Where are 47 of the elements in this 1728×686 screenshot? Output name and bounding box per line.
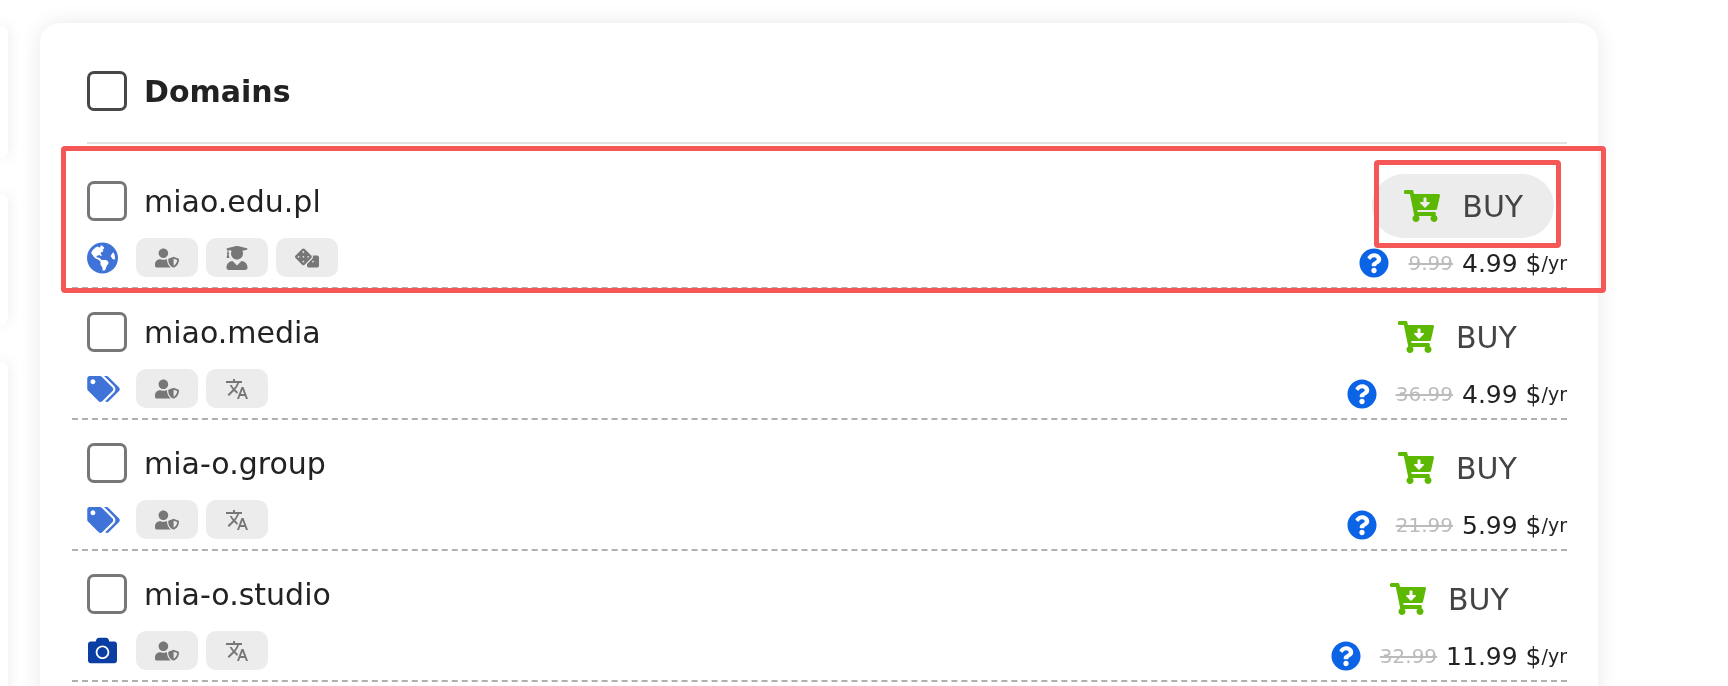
price-unit: /yr [1541, 383, 1567, 405]
translate-icon [206, 500, 268, 539]
price: 11.99 $ [1446, 641, 1542, 671]
old-price: 32.99 [1379, 644, 1438, 668]
checkbox[interactable] [87, 71, 127, 111]
domain-name: mia-o.group [144, 446, 326, 480]
buy-button[interactable]: BUY [1372, 174, 1555, 238]
old-price: 36.99 [1395, 382, 1453, 406]
globe-icon [87, 241, 118, 274]
domain-name: miao.edu.pl [144, 184, 321, 218]
user-shield-icon [136, 238, 198, 277]
price: 5.99 $ [1462, 510, 1542, 540]
checkbox[interactable] [87, 574, 127, 614]
translate-icon [206, 369, 268, 408]
cart-icon [1397, 452, 1434, 484]
price-unit: /yr [1541, 645, 1567, 667]
domain-name: miao.media [144, 315, 321, 349]
buy-button[interactable]: BUY [1357, 567, 1540, 631]
checkbox[interactable] [87, 443, 127, 483]
help-icon[interactable] [1330, 641, 1361, 671]
help-icon[interactable] [1359, 248, 1390, 278]
translate-icon [206, 631, 268, 670]
cart-icon [1389, 583, 1426, 615]
camera-icon [87, 636, 118, 665]
cart-icon [1397, 321, 1434, 353]
old-price: 21.99 [1395, 513, 1453, 537]
domain-name: mia-o.studio [144, 577, 331, 611]
buy-button[interactable]: BUY [1365, 305, 1548, 369]
dice-icon [276, 238, 338, 277]
graduate-icon [206, 238, 268, 277]
tags-icon [87, 375, 120, 402]
buy-button[interactable]: BUY [1365, 436, 1548, 500]
old-price: 9.99 [1408, 251, 1453, 275]
price-unit: /yr [1541, 514, 1567, 536]
checkbox[interactable] [87, 181, 127, 221]
price: 4.99 $ [1462, 379, 1542, 409]
user-shield-icon [136, 631, 198, 670]
help-icon[interactable] [1346, 379, 1377, 409]
user-shield-icon [136, 500, 198, 539]
card-title: Domains [144, 74, 291, 108]
user-shield-icon [136, 369, 198, 408]
checkbox[interactable] [87, 312, 127, 352]
price: 4.99 $ [1462, 248, 1542, 278]
price-unit: /yr [1541, 252, 1567, 274]
help-icon[interactable] [1346, 510, 1377, 540]
tags-icon [87, 506, 120, 533]
cart-icon [1404, 190, 1441, 222]
